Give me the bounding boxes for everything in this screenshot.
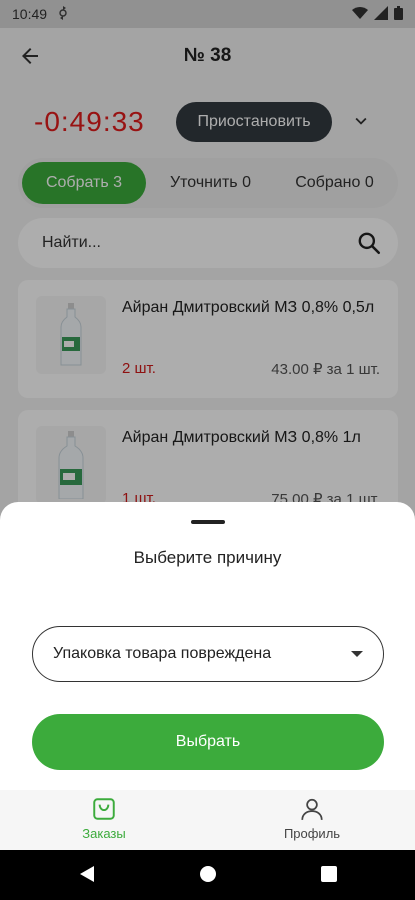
system-navigation-bar <box>0 850 415 900</box>
system-back-icon[interactable] <box>78 864 96 889</box>
shopping-bag-icon <box>93 798 115 820</box>
nav-item-profile[interactable]: Профиль <box>252 796 372 841</box>
user-icon <box>301 798 323 820</box>
choose-button[interactable]: Выбрать <box>32 714 384 770</box>
bottom-navigation: Заказы Профиль <box>0 790 415 850</box>
system-home-icon[interactable] <box>198 864 218 889</box>
sheet-drag-handle[interactable] <box>191 520 225 524</box>
reason-dropdown-value: Упаковка товара повреждена <box>53 645 272 662</box>
system-recents-icon[interactable] <box>320 864 338 889</box>
nav-item-orders-label: Заказы <box>82 826 126 841</box>
reason-bottom-sheet: Выберите причину Упаковка товара поврежд… <box>0 502 415 792</box>
reason-dropdown[interactable]: Упаковка товара повреждена <box>32 626 384 682</box>
nav-item-orders[interactable]: Заказы <box>44 796 164 841</box>
nav-item-profile-label: Профиль <box>283 826 341 841</box>
dropdown-arrow-icon <box>351 651 363 657</box>
sheet-title: Выберите причину <box>133 548 282 567</box>
